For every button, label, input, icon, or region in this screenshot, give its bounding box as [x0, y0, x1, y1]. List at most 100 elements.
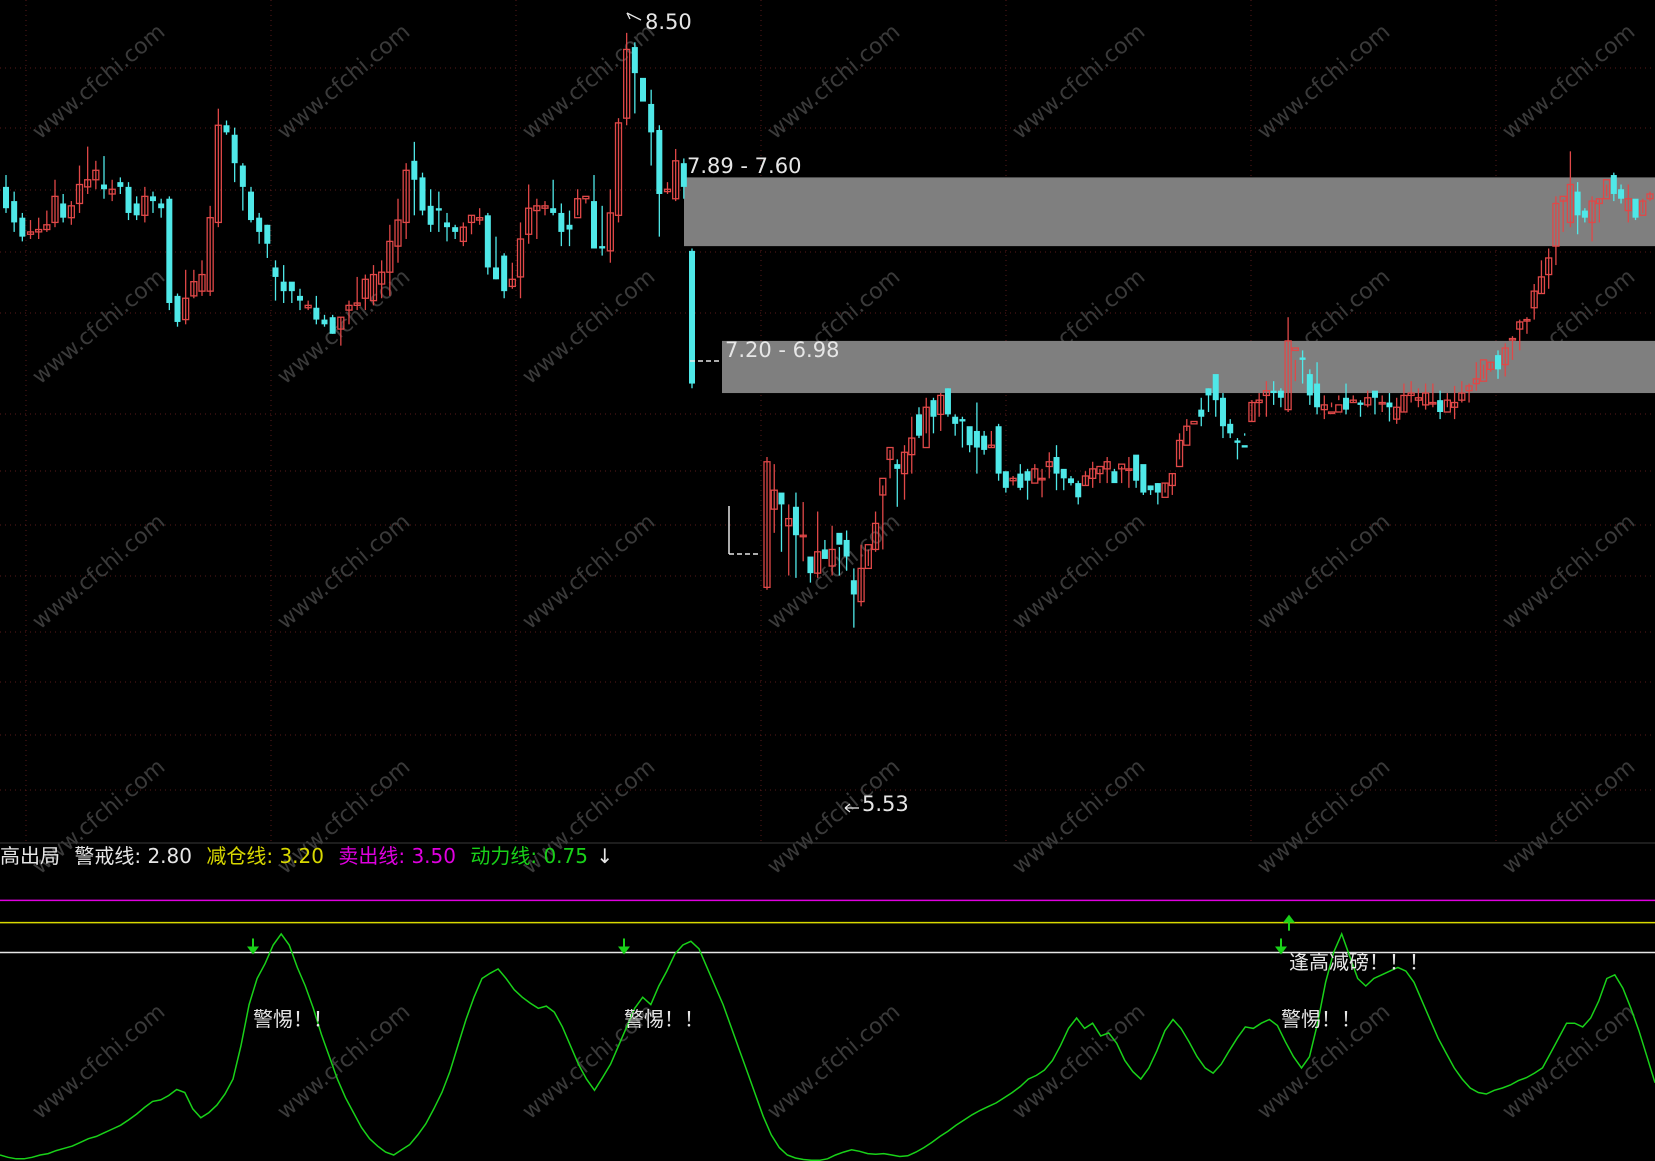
stock-chart[interactable]: www.cfchi.com www.cfchi.com www.cfchi.com w…	[0, 0, 1655, 1161]
candle-body	[566, 224, 573, 230]
candle-body	[591, 201, 597, 249]
candle-body	[1343, 397, 1350, 410]
candle-body	[973, 430, 980, 448]
candle-body	[280, 281, 287, 292]
candle-body	[689, 250, 695, 384]
candle-body	[411, 160, 418, 180]
candle-body	[452, 227, 459, 232]
candle-body	[313, 307, 320, 320]
candle-body	[1205, 388, 1212, 396]
candle-body	[1386, 402, 1393, 408]
candle-body	[484, 215, 491, 268]
candle-body	[493, 267, 499, 280]
power-line-value: 动力线: 0.75	[470, 844, 588, 868]
candle-body	[944, 388, 951, 415]
candle-body	[1133, 454, 1140, 481]
candle-body	[1075, 483, 1082, 498]
candle-body	[435, 208, 442, 211]
candle-body	[1277, 390, 1284, 398]
candle-body	[1581, 210, 1588, 218]
candle-body	[1227, 423, 1234, 434]
sell-line-value: 卖出线: 3.50	[338, 844, 456, 868]
candle-body	[272, 267, 279, 277]
early-candle-84	[689, 248, 695, 389]
candle-body	[1219, 397, 1226, 427]
candle-body	[158, 203, 165, 209]
warn-line-value: 警戒线: 2.80	[74, 844, 192, 868]
candle-body	[631, 47, 638, 74]
candle-body	[231, 134, 238, 164]
candle-body	[1140, 464, 1147, 493]
reduce-label: 逢高减磅！！！	[1289, 950, 1429, 974]
candle-body	[1024, 471, 1031, 481]
candle-body	[321, 319, 328, 325]
candle-body	[1198, 409, 1205, 417]
candle-body	[1314, 383, 1321, 408]
low-price-label: 5.53	[862, 792, 909, 816]
candle-body	[1053, 457, 1060, 474]
candle-body	[101, 184, 107, 190]
candle-body	[680, 163, 687, 187]
reduce-line-value: 减仓线: 3.20	[206, 844, 324, 868]
early-candle-59	[484, 212, 491, 275]
candle-body	[966, 426, 973, 446]
candle-body	[1632, 198, 1639, 218]
early-candle-51	[419, 172, 426, 216]
candle-body	[995, 426, 1002, 474]
candle-body	[419, 177, 426, 211]
candle-body	[959, 419, 966, 422]
candle-body	[264, 224, 271, 244]
candle-body	[1270, 390, 1277, 394]
candle-body	[166, 198, 173, 303]
candle-body	[1212, 374, 1219, 401]
candle-body	[288, 281, 295, 292]
candle-body	[1299, 357, 1306, 360]
early-candle-21	[174, 293, 181, 327]
candle-body	[60, 203, 67, 218]
candle-body	[1002, 471, 1009, 488]
candle-body	[3, 186, 9, 209]
candle-body	[150, 196, 156, 202]
candle-body	[427, 205, 434, 225]
candle-body	[125, 186, 132, 213]
gap-box-1	[684, 177, 1655, 247]
warn-label-2: 警惕！！	[624, 1007, 704, 1031]
candle-body	[952, 416, 959, 424]
warn-label-1: 警惕！！	[253, 1007, 333, 1031]
candle-body	[778, 492, 785, 505]
early-candle-78	[640, 77, 646, 102]
candle-body	[981, 435, 988, 450]
high-price-label: 8.50	[645, 10, 692, 34]
candle-body	[1618, 189, 1625, 199]
late-candle-52	[1140, 464, 1147, 495]
down-arrow-icon: ↓	[596, 844, 613, 868]
candle-body	[329, 317, 336, 334]
candle-body	[1241, 445, 1248, 448]
candle-body	[550, 208, 557, 213]
candle-body	[894, 464, 901, 469]
gap-lower-label: 7.20 - 6.98	[725, 338, 839, 362]
candle-body	[19, 217, 26, 237]
candle-body	[807, 556, 814, 574]
candle-body	[1357, 402, 1364, 405]
candle-body	[174, 295, 181, 322]
candle-body	[836, 532, 843, 545]
candle-body	[640, 77, 646, 102]
candle-body	[248, 191, 254, 221]
candle-body	[501, 255, 508, 292]
candle-body	[843, 539, 850, 557]
warn-label-3: 警惕！！	[1281, 1007, 1361, 1031]
late-candle-32	[995, 423, 1002, 481]
candle-body	[1574, 191, 1581, 216]
late-candle-25	[944, 388, 951, 417]
candle-body	[1437, 400, 1444, 412]
indicator-name: 高出局	[0, 844, 60, 868]
candle-body	[821, 549, 828, 559]
candle-body	[1017, 473, 1024, 488]
candle-body	[656, 130, 663, 194]
candle-body	[1610, 175, 1617, 194]
early-candle-40	[329, 314, 336, 334]
candle-body	[1067, 478, 1074, 484]
candle-body	[850, 580, 857, 595]
candle-body	[1111, 471, 1118, 484]
